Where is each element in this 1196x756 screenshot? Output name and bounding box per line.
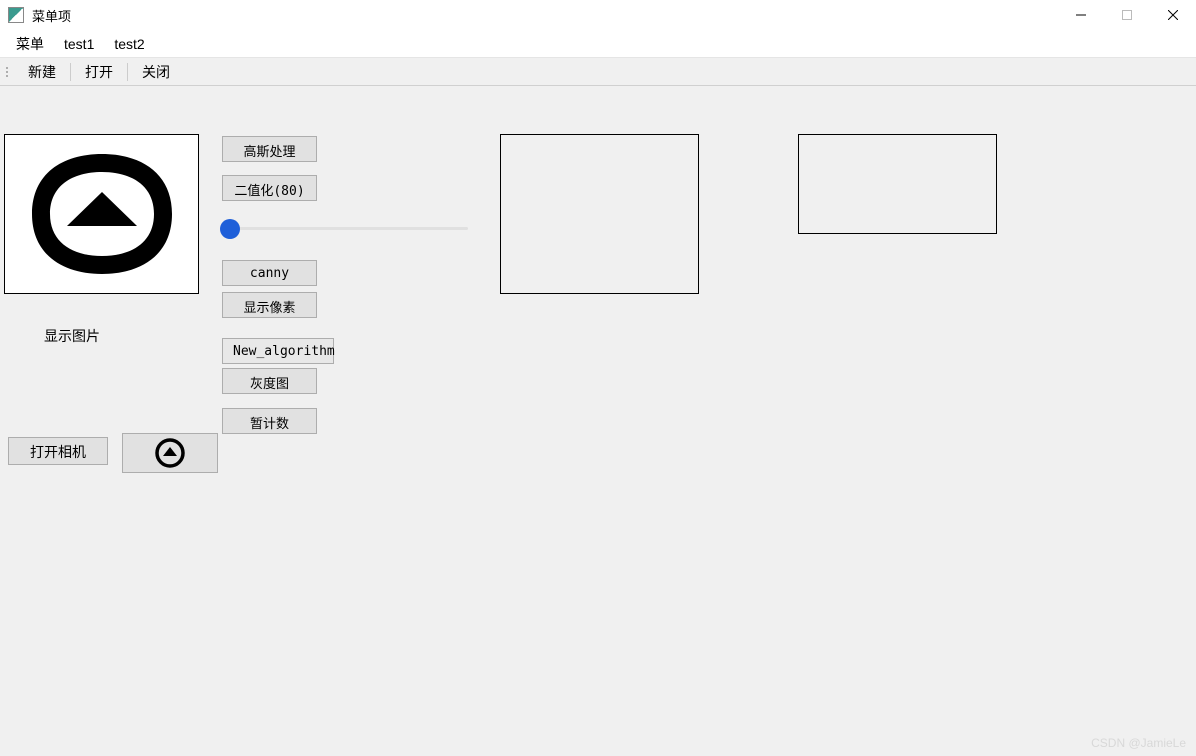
maximize-button[interactable]	[1104, 0, 1150, 30]
grayscale-button[interactable]: 灰度图	[222, 368, 317, 394]
image-label: 显示图片	[44, 326, 100, 346]
title-bar: 菜单项	[0, 0, 1196, 30]
thumbnail-panel	[122, 433, 218, 473]
toolbar-open[interactable]: 打开	[75, 59, 123, 85]
app-icon	[8, 7, 24, 23]
slider-track	[228, 227, 468, 230]
sample-image-icon	[12, 144, 192, 284]
close-button[interactable]	[1150, 0, 1196, 30]
toolbar-grip-icon	[6, 67, 14, 77]
output-panel-2	[798, 134, 997, 234]
thumbnail-image-icon	[155, 438, 185, 468]
new-algorithm-button[interactable]: New_algorithm	[222, 338, 334, 364]
toolbar-close[interactable]: 关闭	[132, 59, 180, 85]
output-panel-1	[500, 134, 699, 294]
menu-bar: 菜单 test1 test2	[0, 30, 1196, 58]
canny-button[interactable]: canny	[222, 260, 317, 286]
toolbar-separator	[127, 63, 128, 81]
toolbar-new[interactable]: 新建	[18, 59, 66, 85]
menu-item-main[interactable]: 菜单	[6, 30, 54, 58]
binary-button[interactable]: 二值化(80)	[222, 175, 317, 201]
open-camera-button[interactable]: 打开相机	[8, 437, 108, 465]
minimize-button[interactable]	[1058, 0, 1104, 30]
show-pixels-button[interactable]: 显示像素	[222, 292, 317, 318]
menu-item-test1[interactable]: test1	[54, 32, 104, 56]
watermark-text: CSDN @JamieLe	[1091, 736, 1186, 750]
window-title: 菜单项	[32, 6, 71, 25]
image-display-panel	[4, 134, 199, 294]
count-button[interactable]: 暂计数	[222, 408, 317, 434]
content-area: 显示图片 高斯处理 二值化(80) canny 显示像素 New_algorit…	[0, 86, 1196, 756]
toolbar: 新建 打开 关闭	[0, 58, 1196, 86]
menu-item-test2[interactable]: test2	[104, 32, 154, 56]
gauss-button[interactable]: 高斯处理	[222, 136, 317, 162]
window-controls	[1058, 0, 1196, 30]
threshold-slider[interactable]	[218, 218, 472, 240]
slider-thumb-icon[interactable]	[220, 219, 240, 239]
toolbar-separator	[70, 63, 71, 81]
